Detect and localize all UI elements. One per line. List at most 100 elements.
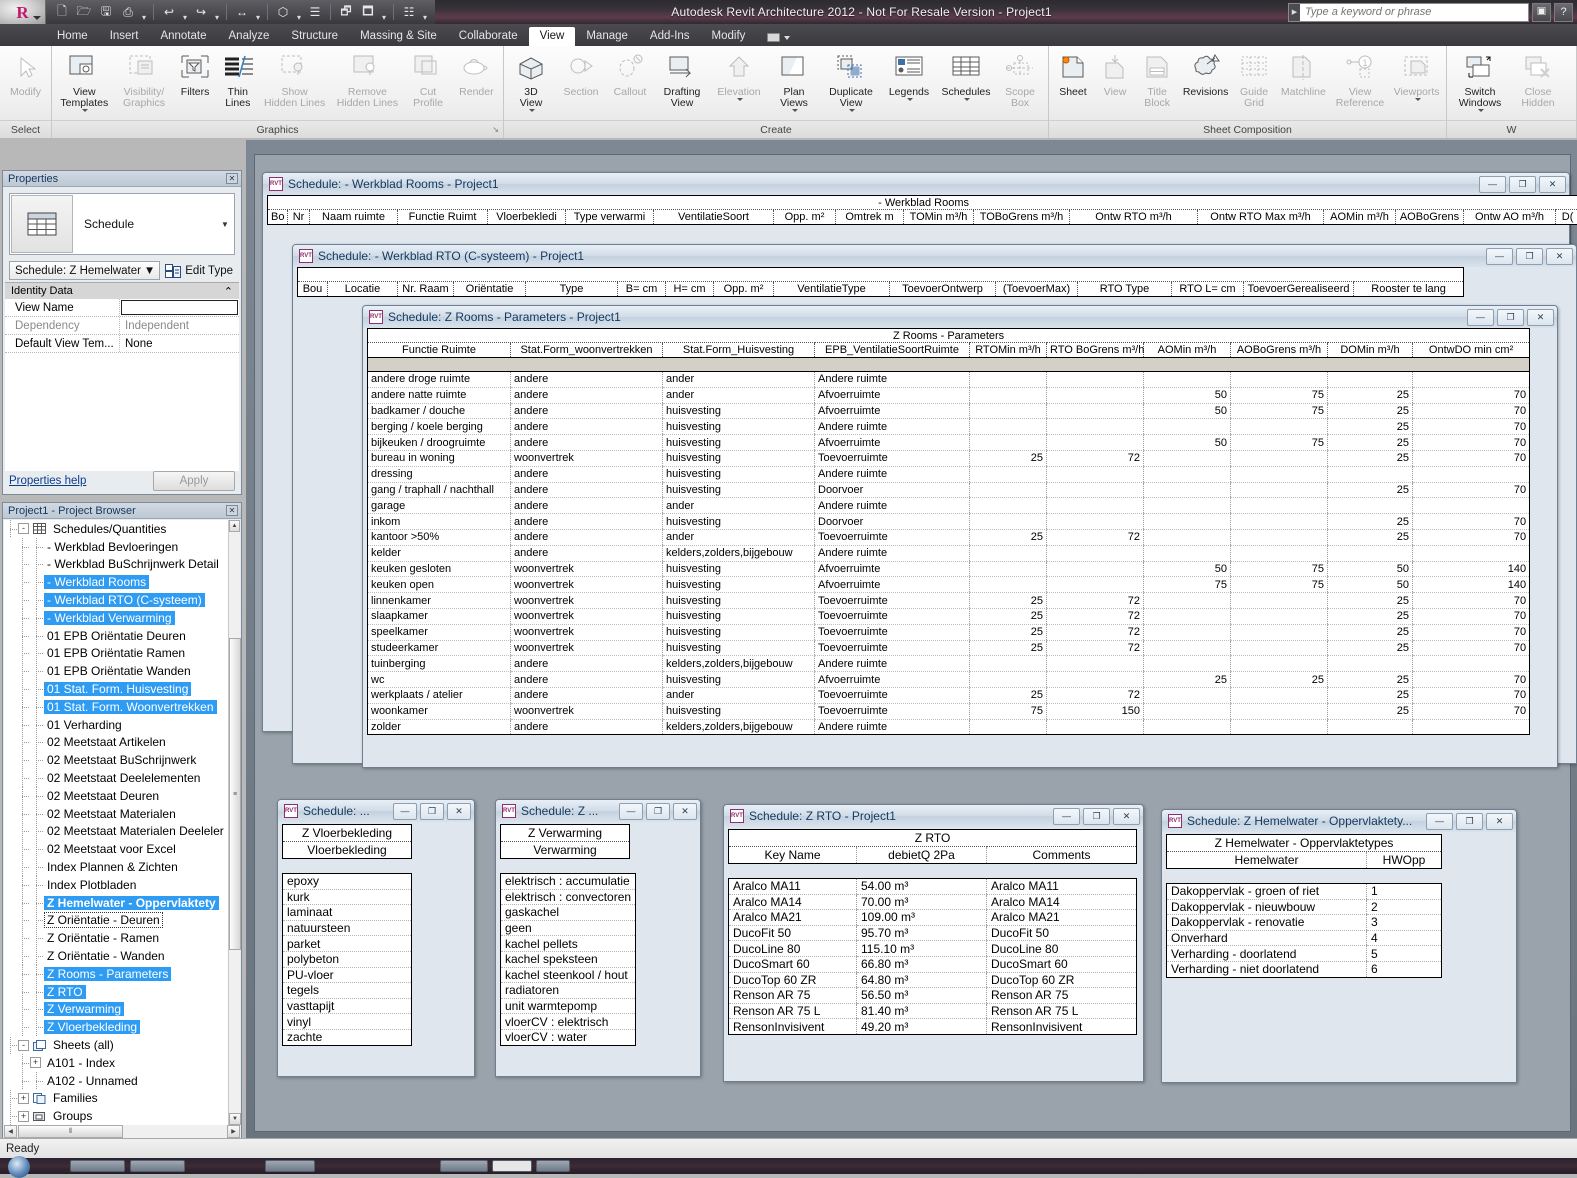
table-cell[interactable]: 75 — [1231, 387, 1328, 403]
table-row[interactable]: parket — [283, 936, 412, 952]
table-row[interactable]: kantoor >50%andereanderToevoerruimte2572… — [368, 529, 1530, 545]
column-header[interactable]: Type — [526, 282, 618, 297]
table-cell[interactable] — [1144, 450, 1231, 466]
table-cell[interactable]: andere — [511, 687, 663, 703]
type-selector-dropdown[interactable]: Schedule: Z Hemelwater ▼ — [9, 261, 160, 280]
table-cell[interactable]: huisvesting — [663, 482, 815, 498]
table-cell[interactable]: huisvesting — [663, 514, 815, 530]
table-cell[interactable]: ander — [663, 372, 815, 388]
chevron-right-icon[interactable]: ▶ — [1289, 4, 1300, 21]
table-row[interactable]: unit warmtepomp — [501, 998, 636, 1014]
view-name-input[interactable] — [121, 300, 238, 315]
chevron-up-icon[interactable]: ⌃ — [224, 285, 233, 298]
table-cell[interactable] — [1328, 466, 1413, 482]
table-cell[interactable] — [970, 435, 1047, 451]
table-cell[interactable] — [1047, 561, 1144, 577]
window-z-rooms-parameters[interactable]: RVT Schedule: Z Rooms - Parameters - Pro… — [362, 305, 1558, 768]
chevron-down-icon[interactable] — [1478, 109, 1484, 112]
table-cell[interactable]: andere — [511, 403, 663, 419]
chevron-down-icon[interactable]: ▾ — [380, 2, 388, 22]
expander-icon[interactable]: + — [30, 1057, 41, 1068]
ribbon-tab-massing-site[interactable]: Massing & Site — [349, 27, 448, 46]
column-header[interactable]: Bo — [268, 210, 288, 225]
table-cell[interactable]: 25 — [1328, 608, 1413, 624]
table-row[interactable]: zachte — [283, 1029, 412, 1045]
table-cell[interactable]: 72 — [1047, 529, 1144, 545]
table-cell[interactable] — [1413, 498, 1530, 514]
table-cell[interactable] — [1144, 529, 1231, 545]
table-cell[interactable] — [1144, 466, 1231, 482]
table-cell[interactable]: elektrisch : convectoren — [501, 889, 636, 905]
table-cell[interactable] — [1231, 372, 1328, 388]
expander-icon[interactable]: - — [18, 1040, 29, 1051]
table-cell[interactable] — [1144, 498, 1231, 514]
table-cell[interactable]: 2 — [1367, 899, 1442, 915]
column-header[interactable]: Nr — [288, 210, 310, 225]
column-header[interactable]: Ontw AO m³/h — [1464, 210, 1556, 225]
browser-tree-item[interactable]: 01 Stat. Form. Huisvesting — [4, 680, 229, 698]
column-header[interactable]: H= cm — [666, 282, 714, 297]
table-row[interactable]: gaskachel — [501, 905, 636, 921]
table-cell[interactable]: 75 — [1231, 561, 1328, 577]
table-row[interactable]: badkamer / doucheanderehuisvestingAfvoer… — [368, 403, 1530, 419]
column-header[interactable]: Oriëntatie — [454, 282, 526, 297]
table-cell[interactable]: radiatoren — [501, 983, 636, 999]
table-cell[interactable]: linnenkamer — [368, 593, 511, 609]
identity-data-section-header[interactable]: Identity Data ⌃ — [5, 282, 239, 299]
browser-tree-item[interactable]: 01 EPB Oriëntatie Wanden — [4, 662, 229, 680]
table-cell[interactable] — [1231, 656, 1328, 672]
table-cell[interactable]: 25 — [1328, 640, 1413, 656]
table-cell[interactable] — [1047, 372, 1144, 388]
column-header[interactable]: Vloerbekleding — [283, 842, 412, 859]
table-cell[interactable] — [970, 656, 1047, 672]
table-row[interactable]: tegels — [283, 983, 412, 999]
table-cell[interactable]: Toevoerruimte — [815, 593, 970, 609]
column-header[interactable]: B= cm — [618, 282, 666, 297]
table-row[interactable]: DucoLine 80115.10 m³DucoLine 80 — [729, 941, 1137, 957]
table-cell[interactable]: 50 — [1328, 577, 1413, 593]
table-cell[interactable]: Renson AR 75 L — [729, 1003, 857, 1019]
taskbar-item[interactable] — [130, 1160, 185, 1172]
ribbon-minimize-control[interactable] — [756, 30, 801, 46]
table-cell[interactable]: Aralco MA21 — [987, 910, 1137, 926]
maximize-button[interactable]: ❐ — [1456, 813, 1483, 830]
table-cell[interactable]: DucoSmart 60 — [729, 956, 857, 972]
table-cell[interactable]: Toevoerruimte — [815, 450, 970, 466]
table-cell[interactable]: 75 — [970, 703, 1047, 719]
table-cell[interactable]: DucoLine 80 — [729, 941, 857, 957]
table-cell[interactable]: Renson AR 75 — [987, 988, 1137, 1004]
table-row[interactable]: garageandereanderAndere ruimte — [368, 498, 1530, 514]
taskbar-item[interactable] — [265, 1160, 315, 1172]
table-cell[interactable]: 25 — [1328, 529, 1413, 545]
table-cell[interactable] — [1047, 577, 1144, 593]
table-cell[interactable] — [1231, 529, 1328, 545]
table-cell[interactable]: dressing — [368, 466, 511, 482]
table-cell[interactable] — [970, 419, 1047, 435]
table-cell[interactable]: epoxy — [283, 874, 412, 890]
table-cell[interactable]: 75 — [1231, 435, 1328, 451]
table-cell[interactable]: kelders,zolders,bijgebouw — [663, 656, 815, 672]
table-cell[interactable]: keuken gesloten — [368, 561, 511, 577]
browser-tree-item[interactable]: Z Oriëntatie - Deuren — [4, 912, 229, 930]
table-cell[interactable] — [1047, 435, 1144, 451]
table-row[interactable]: kachel speksteen — [501, 951, 636, 967]
table-row[interactable]: kachel steenkool / hout — [501, 967, 636, 983]
table-cell[interactable] — [1231, 703, 1328, 719]
expander-icon[interactable]: + — [18, 1093, 29, 1104]
table-row[interactable]: elektrisch : accumulatie — [501, 874, 636, 890]
taskbar-item-active[interactable] — [492, 1160, 532, 1172]
maximize-button[interactable]: ❐ — [420, 803, 444, 820]
table-cell[interactable]: andere droge ruimte — [368, 372, 511, 388]
minimize-button[interactable]: — — [393, 803, 417, 820]
expander-icon[interactable]: + — [18, 1111, 29, 1122]
table-cell[interactable]: woonvertrek — [511, 703, 663, 719]
table-cell[interactable]: vloerCV : elektrisch — [501, 1014, 636, 1030]
table-row[interactable]: zolderanderekelders,zolders,bijgebouwAnd… — [368, 719, 1530, 735]
table-cell[interactable]: 81.40 m³ — [857, 1003, 987, 1019]
close-button[interactable]: ✕ — [1527, 309, 1554, 326]
table-cell[interactable]: RensonInvisivent — [987, 1019, 1137, 1035]
table-cell[interactable]: kelder — [368, 545, 511, 561]
table-cell[interactable]: ander — [663, 498, 815, 514]
table-row[interactable]: inkomanderehuisvestingDoorvoer2570 — [368, 514, 1530, 530]
column-header[interactable]: RTO Type — [1078, 282, 1172, 297]
